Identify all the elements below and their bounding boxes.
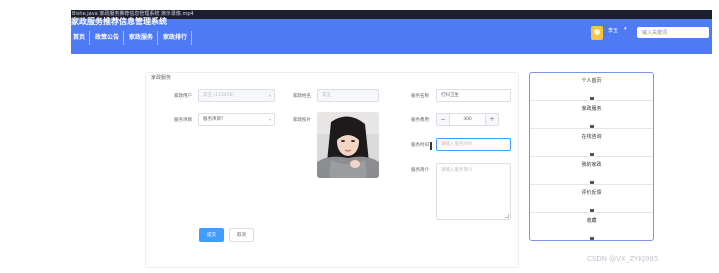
time-label: 服务时间 <box>411 143 429 148</box>
name-field: 李玉 <box>317 89 379 102</box>
fee-label: 服务费用 <box>411 118 429 123</box>
watermark: CSDN @VX_ZYKJ985 <box>587 255 659 263</box>
list-icon <box>589 181 594 184</box>
feedback-icon <box>589 209 594 212</box>
time-field[interactable]: 请输入服务时间 <box>436 138 511 151</box>
photo-label: 家政照片 <box>293 118 311 123</box>
nav-item-notice[interactable]: 政策公告 <box>93 31 125 45</box>
app-title: 家政服务推荐信息管理系统 <box>71 17 167 26</box>
cancel-button[interactable]: 取消 <box>229 228 254 242</box>
sidebar-item-label: 个人首页 <box>581 78 602 84</box>
sidebar-item-label: 我的家政 <box>581 162 602 168</box>
avatar-face-icon <box>594 29 600 35</box>
provider-photo[interactable] <box>317 112 379 178</box>
chevron-down-icon[interactable]: ▾ <box>624 26 627 32</box>
user-label: 家政用户 <box>174 94 192 99</box>
user-value: 李玉 (123456) <box>203 93 235 98</box>
decrement-button[interactable]: − <box>437 114 450 125</box>
project-placeholder: 服务项目? <box>203 117 224 122</box>
user-sidebar-menu: 个人首页 家政服务 在线咨询 我的家政 评价反馈 收藏 <box>529 72 654 241</box>
nav-item-ranking[interactable]: 家政排行 <box>161 31 193 45</box>
sidebar-item-label: 评价反馈 <box>581 190 602 196</box>
chevron-down-icon: ▾ <box>268 117 271 122</box>
nav-item-home[interactable]: 首页 <box>71 31 91 45</box>
intro-placeholder: 请输入服务简介 <box>441 168 473 173</box>
main-nav: 首页 政策公告 家政服务 家政排行 <box>71 31 195 45</box>
sidebar-item-profile[interactable]: 个人首页 <box>530 73 653 101</box>
sidebar-item-label: 在线咨询 <box>581 134 602 140</box>
increment-button[interactable]: + <box>485 114 498 125</box>
project-select[interactable]: 服务项目? ▾ <box>198 113 275 126</box>
top-header: Bishe.java 家政服务推荐信息管理系统 演示录像.mp4 家政服务推荐信… <box>71 10 712 54</box>
chat-icon <box>589 153 594 156</box>
sidebar-item-label: 家政服务 <box>581 106 602 112</box>
resize-handle-icon[interactable] <box>505 214 509 218</box>
sidebar-item-label: 收藏 <box>586 218 597 224</box>
fee-stepper: − 300 + <box>436 113 499 126</box>
username[interactable]: 李玉 <box>608 27 618 34</box>
submit-button[interactable]: 提交 <box>199 228 224 242</box>
service-name-field[interactable]: 打扫卫生 <box>436 89 511 102</box>
chevron-down-icon: ▾ <box>268 93 271 98</box>
nav-item-service[interactable]: 家政服务 <box>127 31 159 45</box>
sidebar-item-feedback[interactable]: 评价反馈 <box>530 185 653 213</box>
user-select: 李玉 (123456) ▾ <box>198 89 275 102</box>
fee-value[interactable]: 300 <box>450 114 485 125</box>
intro-textarea[interactable]: 请输入服务简介 <box>436 163 511 220</box>
project-label: 服务项目 <box>174 118 192 123</box>
sidebar-item-consult[interactable]: 在线咨询 <box>530 129 653 157</box>
form-title: 家政服务 <box>151 75 172 81</box>
user-avatar[interactable] <box>591 26 603 40</box>
sidebar-item-favorites[interactable]: 收藏 <box>530 213 653 241</box>
intro-label: 服务简介 <box>411 168 429 173</box>
text-cursor-icon <box>430 142 432 150</box>
sidebar-item-service[interactable]: 家政服务 <box>530 101 653 129</box>
star-icon <box>589 237 594 240</box>
search-input[interactable] <box>637 27 709 38</box>
service-icon <box>589 125 594 128</box>
service-name-label: 服务名称 <box>411 94 429 99</box>
name-label: 家政姓名 <box>293 94 311 99</box>
home-icon <box>589 97 594 100</box>
sidebar-item-my-service[interactable]: 我的家政 <box>530 157 653 185</box>
